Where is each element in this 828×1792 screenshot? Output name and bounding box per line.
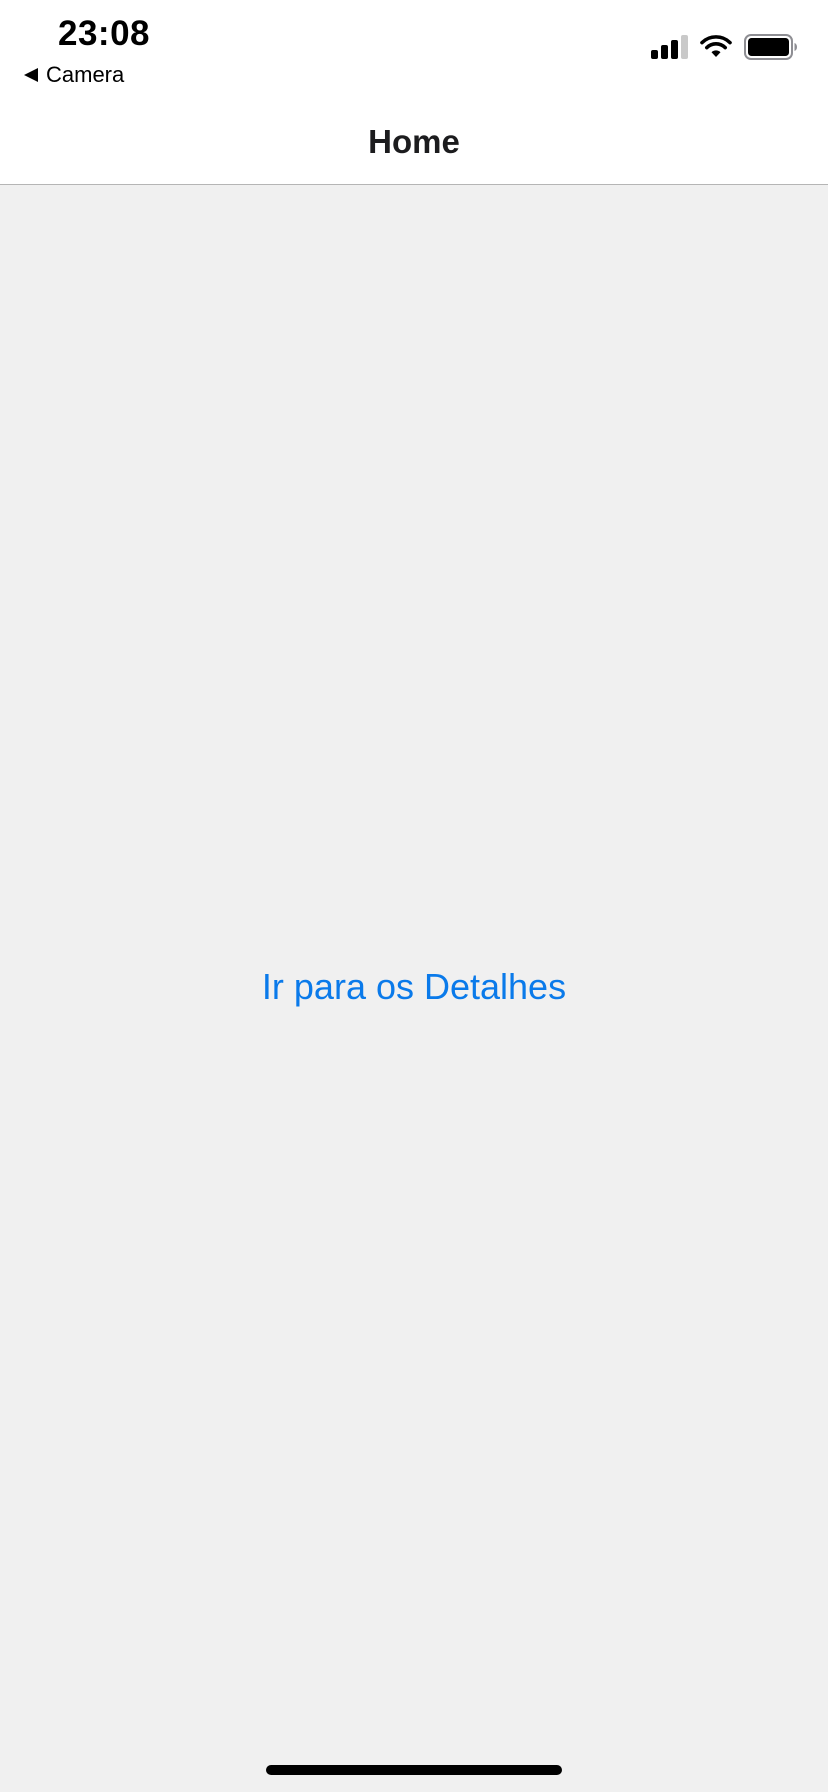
status-bar: 23:08 Camera (0, 0, 828, 100)
back-arrow-icon (24, 68, 38, 82)
page-title: Home (368, 123, 460, 160)
main-content: Ir para os Detalhes (0, 185, 828, 1792)
go-to-details-button[interactable]: Ir para os Detalhes (0, 965, 828, 1009)
status-icons (651, 34, 798, 60)
back-app-label: Camera (46, 62, 125, 87)
back-to-app-button[interactable]: Camera (24, 62, 124, 88)
home-indicator[interactable] (266, 1765, 562, 1775)
navigation-bar: Home (0, 100, 828, 185)
battery-icon (744, 34, 797, 60)
status-time: 23:08 (58, 14, 151, 53)
cellular-signal-icon (651, 35, 688, 59)
wifi-icon (700, 35, 732, 57)
